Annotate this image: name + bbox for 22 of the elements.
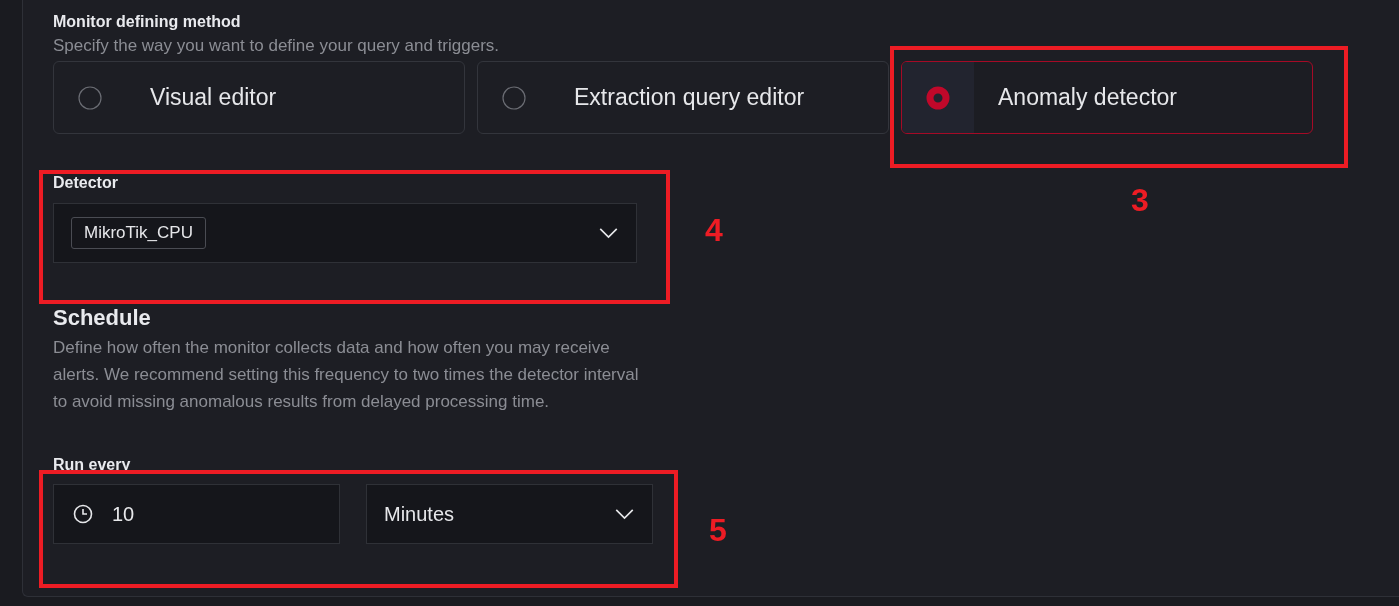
radio-icon (502, 85, 526, 110)
radio-card[interactable]: Visual editor (53, 61, 465, 134)
annotation-number: 3 (1131, 182, 1149, 218)
radio-card[interactable]: Anomaly detector (901, 61, 1313, 134)
section-title: Monitor defining method (53, 12, 241, 32)
radio-checked-icon (926, 85, 950, 110)
detector-select[interactable]: MikroTik_CPU (53, 203, 637, 263)
annotation-number: 5 (709, 512, 727, 548)
annotation-number: 4 (705, 212, 723, 248)
section-description: Define how often the monitor collects data and how often you may receive alerts. We recommend setting this frequency to two times the detector interval to avoid missing anomalous results from delayed processing time. (53, 337, 640, 413)
interval-input[interactable]: 10 (53, 484, 340, 544)
field-label: Run every (53, 455, 131, 475)
radio-icon (78, 85, 102, 110)
field-label: Detector (53, 173, 118, 193)
chevron-down-icon (615, 508, 634, 520)
radio-card[interactable]: Extraction query editor (477, 61, 889, 134)
chevron-down-icon (599, 227, 618, 239)
section-description: Specify the way you want to define your query and triggers. (53, 35, 500, 57)
selected-tag: MikroTik_CPU (71, 217, 206, 249)
section-title: Schedule (53, 304, 151, 332)
clock-icon (73, 504, 93, 524)
unit-select[interactable]: Minutes (366, 484, 653, 544)
